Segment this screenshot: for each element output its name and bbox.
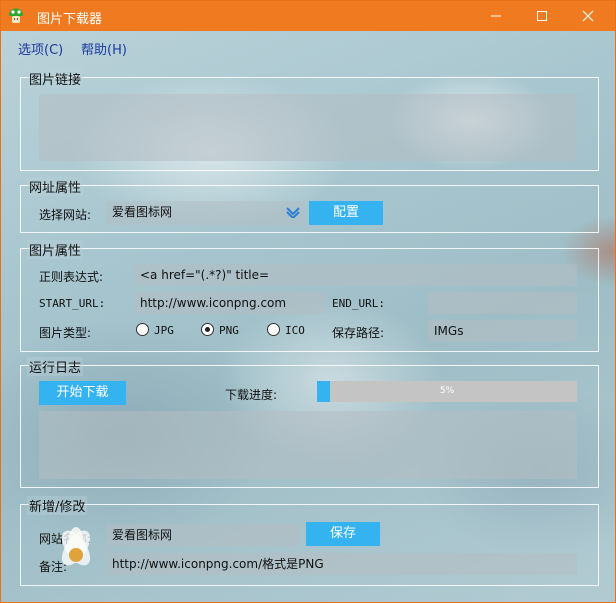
minimize-button[interactable] bbox=[473, 1, 519, 31]
radio-jpg[interactable] bbox=[136, 323, 149, 336]
radio-ico[interactable] bbox=[267, 323, 280, 336]
radio-selected-dot bbox=[205, 327, 210, 332]
radio-png[interactable] bbox=[201, 323, 214, 336]
radio-ico-label: ICO bbox=[285, 324, 305, 337]
site-select-label: 选择网站: bbox=[39, 208, 92, 222]
maximize-button[interactable] bbox=[519, 1, 565, 31]
minimize-icon bbox=[491, 15, 501, 17]
window-title: 图片下载器 bbox=[37, 12, 103, 27]
site-name-input[interactable]: 爱看图标网 bbox=[106, 524, 299, 546]
end-url-input[interactable] bbox=[428, 292, 577, 314]
maximize-icon bbox=[537, 11, 547, 21]
progress-label: 下载进度: bbox=[225, 388, 278, 402]
links-textarea[interactable] bbox=[39, 94, 577, 161]
radio-jpg-label: JPG bbox=[154, 324, 174, 337]
radio-png-label: PNG bbox=[219, 324, 239, 337]
log-textarea[interactable] bbox=[39, 411, 577, 479]
save-button[interactable]: 保存 bbox=[306, 522, 380, 546]
regex-label: 正则表达式: bbox=[39, 270, 104, 284]
close-icon bbox=[582, 10, 594, 22]
menu-help[interactable]: 帮助(H) bbox=[81, 39, 127, 58]
title-bar[interactable]: 图片下载器 bbox=[1, 1, 615, 31]
chevron-down-icon bbox=[286, 207, 300, 218]
image-type-label: 图片类型: bbox=[39, 326, 92, 340]
start-url-input[interactable]: http://www.iconpng.com bbox=[134, 292, 326, 314]
links-group-legend: 图片链接 bbox=[27, 69, 84, 88]
site-select[interactable]: 爱看图标网 bbox=[106, 201, 304, 225]
close-button[interactable] bbox=[565, 1, 611, 31]
site-select-value: 爱看图标网 bbox=[112, 205, 173, 219]
start-download-button[interactable]: 开始下载 bbox=[39, 381, 126, 405]
start-url-label: START_URL: bbox=[39, 297, 106, 310]
log-group-legend: 运行日志 bbox=[27, 357, 84, 376]
menu-options[interactable]: 选项(C) bbox=[18, 39, 63, 58]
save-path-input[interactable]: IMGs bbox=[428, 320, 577, 342]
image-group-legend: 图片属性 bbox=[27, 240, 84, 259]
download-progress-bar: 5% bbox=[317, 381, 577, 402]
lotus-flower-decoration bbox=[61, 527, 91, 566]
config-button[interactable]: 配置 bbox=[309, 201, 383, 225]
end-url-label: END_URL: bbox=[332, 297, 385, 310]
app-window: 图片下载器 选项(C) 帮助(H) 图片链接 网址属性 选择网站: 爱看图标网 … bbox=[0, 0, 616, 603]
progress-text: 5% bbox=[439, 386, 455, 396]
note-input[interactable]: http://www.iconpng.com/格式是PNG bbox=[106, 553, 577, 575]
save-path-label: 保存路径: bbox=[332, 326, 385, 340]
mushroom-app-icon bbox=[9, 8, 23, 23]
regex-input[interactable]: <a href="(.*?)" title= bbox=[134, 264, 577, 286]
site-group-legend: 网址属性 bbox=[27, 177, 84, 196]
